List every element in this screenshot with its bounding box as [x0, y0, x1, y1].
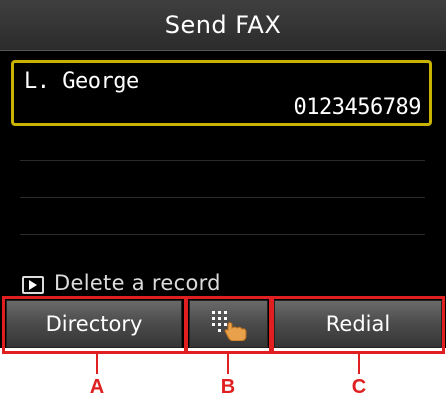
record-number: 0123456789	[293, 95, 422, 120]
callout-label-b: B	[220, 376, 236, 398]
list-divider	[20, 160, 425, 161]
title-bar: Send FAX	[0, 0, 446, 51]
list-divider	[20, 234, 425, 235]
redial-button[interactable]: Redial	[274, 300, 442, 348]
directory-button[interactable]: Directory	[6, 300, 182, 348]
dial-pad-touch-icon	[211, 311, 246, 342]
fax-screen: Send FAX L. George 0123456789 Delete a r…	[0, 0, 446, 348]
record-name: L. George	[24, 69, 139, 94]
callout-label-a: A	[89, 376, 105, 398]
dial-pad-button[interactable]	[189, 300, 268, 348]
callout-line-a	[96, 354, 98, 374]
callout-line-b	[227, 354, 229, 374]
callout-line-c	[358, 354, 360, 374]
selected-record[interactable]: L. George 0123456789	[11, 60, 432, 126]
callout-label-c: C	[351, 376, 367, 398]
screen-title: Send FAX	[164, 11, 282, 39]
list-divider	[20, 197, 425, 198]
play-icon	[22, 276, 44, 294]
delete-record-hint: Delete a record	[54, 271, 221, 295]
